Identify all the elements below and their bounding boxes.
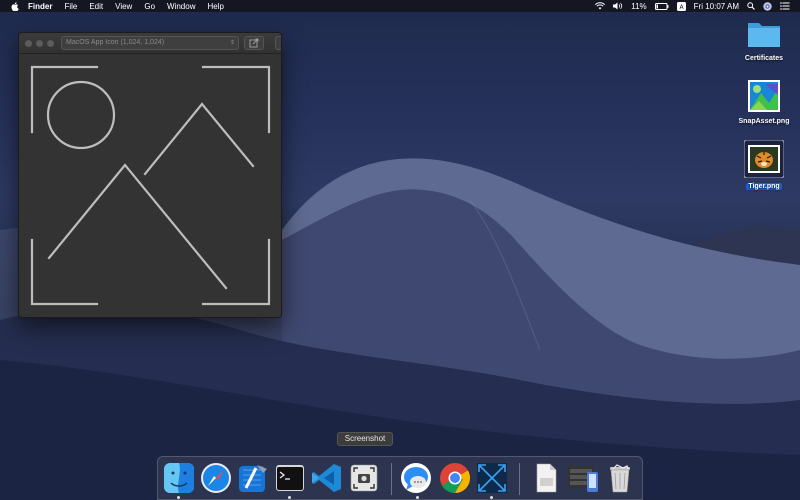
chrome-icon[interactable] (439, 462, 471, 494)
sun-circle (46, 80, 116, 150)
running-indicator (490, 496, 493, 499)
desktop-icon-tiger[interactable]: Tiger.png (731, 139, 797, 190)
play-icon (276, 37, 282, 49)
tiger-image-thumbnail-icon (743, 139, 785, 179)
wifi-icon[interactable] (595, 2, 606, 10)
trash-icon[interactable] (604, 462, 636, 494)
image-file-icon (748, 80, 780, 112)
desktop-icon-snapasset[interactable]: SnapAsset.png (731, 79, 797, 125)
running-indicator (177, 496, 180, 499)
corner-bottom-left (30, 238, 99, 306)
corner-top-left (30, 65, 99, 134)
simulator-icon[interactable] (567, 462, 599, 494)
notification-center-icon[interactable] (780, 2, 790, 10)
running-indicator (416, 496, 419, 499)
dock-separator (391, 463, 392, 495)
dock-separator (519, 463, 520, 495)
select-chevron-icon: ⇕ (229, 40, 235, 46)
menu-file[interactable]: File (64, 2, 77, 11)
dock (157, 456, 643, 500)
share-edit-icon (249, 38, 259, 48)
running-indicator (288, 496, 291, 499)
menu-edit[interactable]: Edit (89, 2, 103, 11)
spotlight-search-icon[interactable] (747, 2, 755, 10)
xcode-icon[interactable] (237, 462, 269, 494)
menu-bar: Finder File Edit View Go Window Help 11%… (0, 0, 800, 12)
menu-window[interactable]: Window (167, 2, 195, 11)
window-titlebar[interactable]: MacOS App Icon (1,024, 1,024) ⇕ (19, 33, 281, 54)
zoom-button[interactable] (47, 40, 54, 47)
corner-top-right (201, 65, 271, 134)
export-button[interactable] (244, 36, 264, 50)
menu-app-name[interactable]: Finder (28, 2, 52, 11)
desktop-icon-label: Certificates (744, 55, 784, 62)
minimize-button[interactable] (36, 40, 43, 47)
folder-icon (748, 23, 780, 47)
user-account-icon[interactable] (763, 1, 772, 11)
document-size-value: MacOS App Icon (1,024, 1,024) (66, 39, 165, 46)
volume-icon[interactable] (613, 2, 623, 10)
small-mountain (143, 102, 255, 176)
instruments-icon[interactable] (476, 462, 508, 494)
menubar-clock[interactable]: Fri 10:07 AM (694, 2, 739, 11)
desktop-icon-label: Tiger.png (746, 183, 782, 190)
battery-percent: 11% (631, 1, 647, 11)
app-icon-window: MacOS App Icon (1,024, 1,024) ⇕ (18, 32, 282, 318)
keyboard-input-icon[interactable]: A (676, 1, 686, 11)
messages-icon[interactable] (400, 462, 432, 494)
document-icon[interactable] (530, 462, 562, 494)
safari-icon[interactable] (200, 462, 232, 494)
large-mountain (47, 163, 228, 290)
desktop-icon-certificates[interactable]: Certificates (731, 18, 797, 62)
dock-tooltip: Screenshot (337, 432, 393, 446)
run-button[interactable] (275, 36, 282, 50)
apple-icon[interactable] (11, 1, 19, 11)
image-placeholder-canvas (30, 65, 271, 306)
menu-view[interactable]: View (115, 2, 132, 11)
finder-icon[interactable] (163, 462, 195, 494)
menu-help[interactable]: Help (207, 2, 223, 11)
document-size-select[interactable]: MacOS App Icon (1,024, 1,024) ⇕ (61, 36, 239, 50)
terminal-icon[interactable] (274, 462, 306, 494)
desktop-icon-label: SnapAsset.png (738, 118, 790, 125)
close-button[interactable] (25, 40, 32, 47)
menu-go[interactable]: Go (144, 2, 155, 11)
vscode-icon[interactable] (311, 462, 343, 494)
battery-icon[interactable] (654, 2, 669, 10)
screenshot-icon[interactable] (348, 462, 380, 494)
